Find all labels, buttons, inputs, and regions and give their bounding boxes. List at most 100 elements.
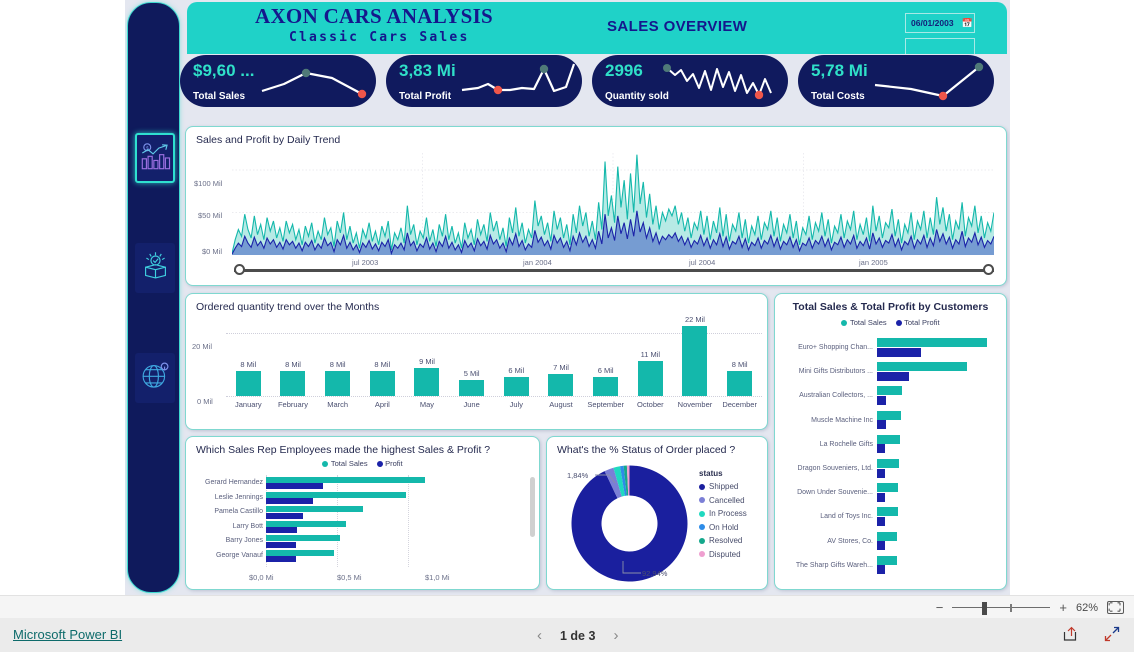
bar[interactable] [877,371,909,381]
calendar-icon[interactable]: 📅 [962,18,973,29]
visual-sales-profit-daily-trend[interactable]: Sales and Profit by Daily Trend $100 Mil… [185,126,1007,286]
bar[interactable] [877,420,886,430]
bar[interactable] [877,468,885,478]
bar[interactable] [877,459,899,468]
y-tick-label: 20 Mil [192,342,213,351]
date-slicer[interactable]: 06/01/2003 📅 [905,13,975,33]
bar[interactable] [266,541,296,548]
fullscreen-icon[interactable] [1104,626,1120,642]
bar[interactable] [266,520,346,527]
bar[interactable] [877,565,885,575]
legend[interactable]: Total Sales Total Profit [775,318,1006,327]
legend-swatch [699,524,705,530]
kpi-card-total-profit[interactable]: 3,83 Mi Total Profit [386,55,582,107]
visual-sales-profit-by-customers[interactable]: Total Sales & Total Profit by Customers … [774,293,1007,590]
chevron-right-icon[interactable]: › [613,627,618,644]
bar[interactable] [637,361,663,396]
bar[interactable] [877,516,885,526]
product-box-icon [139,249,172,287]
bar[interactable] [280,370,306,396]
sidebar-item-products[interactable] [135,243,175,293]
legend-item[interactable]: Total Sales [841,318,887,327]
legend-item[interactable]: In Process [699,509,747,518]
visual-sales-rep-employees[interactable]: Which Sales Rep Employees made the highe… [185,436,540,590]
vertical-scrollbar[interactable] [530,477,535,537]
bar[interactable] [877,541,885,551]
bar[interactable] [877,555,897,565]
legend[interactable]: Total Sales Profit [186,459,539,468]
bar[interactable] [369,370,395,396]
zoom-slider-handle[interactable] [982,601,988,615]
x-tick-label: March [327,400,349,409]
bar[interactable] [503,377,529,396]
legend-item[interactable]: On Hold [699,523,747,532]
share-icon[interactable] [1062,626,1078,642]
kpi-card-total-sales[interactable]: $9,60 ... Total Sales [180,55,376,107]
bar[interactable] [266,483,323,490]
visual-title: Total Sales & Total Profit by Customers [792,301,989,313]
visual-order-status-donut[interactable]: What's the % Status of Order placed ? 1,… [546,436,768,590]
bar[interactable] [266,535,341,542]
legend-item[interactable]: Cancelled [699,496,747,505]
legend-label: In Process [709,509,747,518]
chevron-left-icon[interactable]: ‹ [537,627,542,644]
x-tick-label: April [374,400,390,409]
legend-item[interactable]: Total Profit [895,318,940,327]
bar[interactable] [877,386,903,396]
bar[interactable] [266,550,335,556]
bar[interactable] [459,380,485,396]
bar[interactable] [266,512,304,519]
bar[interactable] [877,492,885,502]
bar[interactable] [266,527,298,534]
kpi-card-quantity-sold[interactable]: 2996 Quantity sold [592,55,788,107]
sidebar-item-sales-analysis[interactable]: $ [135,133,175,183]
bar[interactable] [877,507,898,517]
bar[interactable] [877,434,901,444]
bar[interactable] [548,373,574,396]
slider-handle-right[interactable] [983,264,994,275]
legend-item[interactable]: Resolved [699,536,747,545]
kpi-card-total-costs[interactable]: 5,78 Mi Total Costs [798,55,994,107]
bar[interactable] [266,506,363,513]
zoom-slider[interactable] [952,601,1051,615]
bar[interactable] [235,370,261,396]
bar[interactable] [877,410,902,420]
bar[interactable] [266,556,296,563]
fit-to-page-icon[interactable] [1107,601,1124,614]
trend-range-slider[interactable] [234,264,994,276]
bar[interactable] [727,370,753,396]
legend[interactable]: status Shipped Cancelled In Process On Hold… [699,469,747,563]
y-tick-label: $100 Mil [194,179,223,188]
bar[interactable] [266,491,406,498]
category-label: Australian Collectors, ... [799,392,873,400]
bar[interactable] [877,395,886,405]
visual-ordered-quantity-by-month[interactable]: Ordered quantity trend over the Months 2… [185,293,768,430]
legend-item[interactable]: Disputed [699,550,747,559]
bar[interactable] [877,347,921,357]
bar[interactable] [877,531,897,541]
slider-handle-left[interactable] [234,264,245,275]
bar[interactable] [414,367,440,396]
trend-plot [232,153,994,255]
bar[interactable] [325,370,351,396]
date-slicer-secondary[interactable] [905,38,975,54]
powerbi-brand-link[interactable]: Microsoft Power BI [13,627,122,642]
sidebar-item-geography[interactable] [135,353,175,403]
bar[interactable] [877,338,987,347]
page-navigator: ‹ 1 de 3 › [537,627,618,644]
bar[interactable] [877,483,898,493]
zoom-in-button[interactable]: + [1059,600,1067,615]
bar[interactable] [266,477,426,483]
bar[interactable] [682,326,708,396]
legend-item[interactable]: Shipped [699,482,747,491]
legend-item[interactable]: Profit [376,459,403,468]
bar[interactable] [593,377,619,396]
bar[interactable] [877,362,968,372]
bar[interactable] [877,444,885,454]
kpi-label: Total Profit [399,91,452,102]
x-tick-label: December [722,400,757,409]
bar[interactable] [266,497,313,504]
legend-item[interactable]: Total Sales [322,459,368,468]
category-label: Gerard Hernandez [205,479,263,486]
zoom-out-button[interactable]: − [936,600,944,615]
